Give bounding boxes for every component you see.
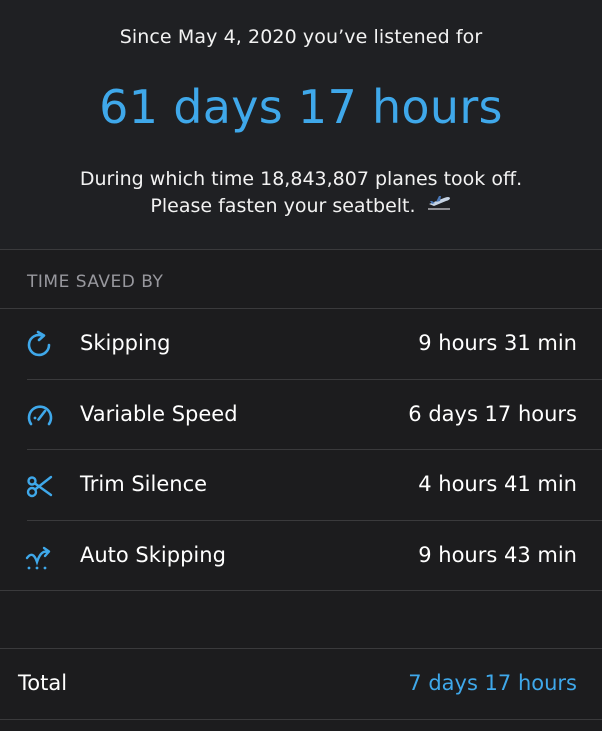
speedometer-icon <box>25 401 55 431</box>
time-saved-row-trim-silence: Trim Silence 4 hours 41 min <box>0 450 602 520</box>
fun-fact-text: During which time 18,843,807 planes took… <box>0 166 602 220</box>
list-bottom-divider <box>0 590 602 591</box>
time-saved-row-skipping: Skipping 9 hours 31 min <box>0 309 602 379</box>
row-value: 9 hours 43 min <box>418 543 577 567</box>
fun-fact-line-2: Please fasten your seatbelt. <box>0 193 602 220</box>
fun-fact-line-1: During which time 18,843,807 planes took… <box>79 168 523 190</box>
listened-total: 61 days 17 hours <box>99 80 503 134</box>
header-divider <box>0 249 602 250</box>
row-value: 6 days 17 hours <box>408 402 577 426</box>
auto-skip-icon <box>25 542 55 572</box>
section-title: TIME SAVED BY <box>27 272 164 292</box>
total-value: 7 days 17 hours <box>408 671 577 695</box>
seatbelt-text: Please fasten your seatbelt. <box>150 195 416 217</box>
time-saved-row-auto-skipping: Auto Skipping 9 hours 43 min <box>0 521 602 591</box>
scissors-icon <box>25 471 55 501</box>
since-date-text: Since May 4, 2020 you’ve listened for <box>119 26 483 48</box>
row-label: Variable Speed <box>80 402 238 426</box>
row-label: Trim Silence <box>80 472 208 496</box>
row-value: 9 hours 31 min <box>418 331 577 355</box>
row-label: Skipping <box>80 331 171 355</box>
time-saved-row-variable-speed: Variable Speed 6 days 17 hours <box>0 380 602 450</box>
total-bottom-divider <box>0 719 602 720</box>
skip-forward-icon <box>25 330 55 360</box>
total-label: Total <box>18 671 68 695</box>
listening-summary-header: Since May 4, 2020 you’ve listened for 61… <box>0 0 602 249</box>
row-value: 4 hours 41 min <box>418 472 577 496</box>
total-row: Total 7 days 17 hours <box>0 649 602 719</box>
airplane-departure-icon <box>426 193 452 220</box>
row-label: Auto Skipping <box>80 543 226 567</box>
